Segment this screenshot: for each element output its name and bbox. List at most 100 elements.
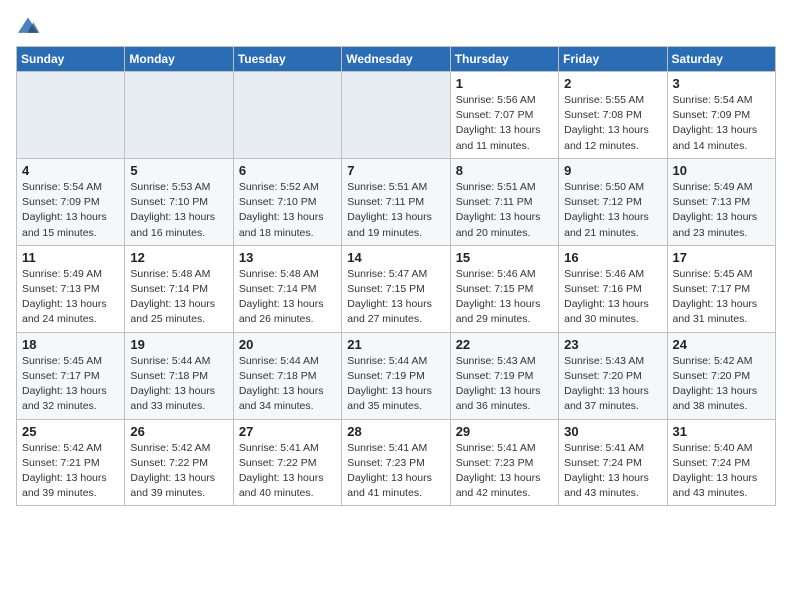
day-number: 24: [673, 337, 770, 352]
day-number: 5: [130, 163, 227, 178]
day-detail: Sunrise: 5:43 AMSunset: 7:20 PMDaylight:…: [564, 354, 661, 415]
weekday-header: Thursday: [450, 47, 558, 72]
calendar-cell: 8 Sunrise: 5:51 AMSunset: 7:11 PMDaylight…: [450, 158, 558, 245]
day-detail: Sunrise: 5:44 AMSunset: 7:18 PMDaylight:…: [130, 354, 227, 415]
calendar-week-row: 1 Sunrise: 5:56 AMSunset: 7:07 PMDaylight…: [17, 72, 776, 159]
calendar-cell: 28 Sunrise: 5:41 AMSunset: 7:23 PMDayligh…: [342, 419, 450, 506]
day-detail: Sunrise: 5:49 AMSunset: 7:13 PMDaylight:…: [22, 267, 119, 328]
calendar-week-row: 25Sunrise: 5:42 AMSunset: 7:21 PMDayligh…: [17, 419, 776, 506]
calendar-cell: [342, 72, 450, 159]
calendar-cell: 2 Sunrise: 5:55 AMSunset: 7:08 PMDaylight…: [559, 72, 667, 159]
day-detail: Sunrise: 5:44 AMSunset: 7:18 PMDaylight:…: [239, 354, 336, 415]
calendar-cell: [17, 72, 125, 159]
calendar-cell: 7Sunrise: 5:51 AMSunset: 7:11 PMDaylight…: [342, 158, 450, 245]
calendar-week-row: 4 Sunrise: 5:54 AMSunset: 7:09 PMDaylight…: [17, 158, 776, 245]
day-detail: Sunrise: 5:42 AMSunset: 7:20 PMDaylight:…: [673, 354, 770, 415]
calendar-cell: [125, 72, 233, 159]
day-number: 29: [456, 424, 553, 439]
day-detail: Sunrise: 5:54 AMSunset: 7:09 PMDaylight:…: [22, 180, 119, 241]
day-detail: Sunrise: 5:49 AMSunset: 7:13 PMDaylight:…: [673, 180, 770, 241]
calendar-cell: 20 Sunrise: 5:44 AMSunset: 7:18 PMDayligh…: [233, 332, 341, 419]
day-detail: Sunrise: 5:41 AMSunset: 7:23 PMDaylight:…: [456, 441, 553, 502]
calendar-cell: 18 Sunrise: 5:45 AMSunset: 7:17 PMDayligh…: [17, 332, 125, 419]
day-number: 22: [456, 337, 553, 352]
calendar-cell: 21 Sunrise: 5:44 AMSunset: 7:19 PMDayligh…: [342, 332, 450, 419]
day-detail: Sunrise: 5:41 AMSunset: 7:24 PMDaylight:…: [564, 441, 661, 502]
day-detail: Sunrise: 5:45 AMSunset: 7:17 PMDaylight:…: [22, 354, 119, 415]
day-detail: Sunrise: 5:51 AMSunset: 7:11 PMDaylight:…: [456, 180, 553, 241]
day-number: 14: [347, 250, 444, 265]
weekday-header: Saturday: [667, 47, 775, 72]
day-detail: Sunrise: 5:41 AMSunset: 7:23 PMDaylight:…: [347, 441, 444, 502]
day-number: 13: [239, 250, 336, 265]
day-number: 31: [673, 424, 770, 439]
day-detail: Sunrise: 5:55 AMSunset: 7:08 PMDaylight:…: [564, 93, 661, 154]
calendar-cell: 12Sunrise: 5:48 AMSunset: 7:14 PMDayligh…: [125, 245, 233, 332]
calendar-cell: 17Sunrise: 5:45 AMSunset: 7:17 PMDayligh…: [667, 245, 775, 332]
calendar-cell: 5 Sunrise: 5:53 AMSunset: 7:10 PMDaylight…: [125, 158, 233, 245]
day-detail: Sunrise: 5:40 AMSunset: 7:24 PMDaylight:…: [673, 441, 770, 502]
day-detail: Sunrise: 5:41 AMSunset: 7:22 PMDaylight:…: [239, 441, 336, 502]
day-number: 2: [564, 76, 661, 91]
day-detail: Sunrise: 5:48 AMSunset: 7:14 PMDaylight:…: [239, 267, 336, 328]
calendar-week-row: 11Sunrise: 5:49 AMSunset: 7:13 PMDayligh…: [17, 245, 776, 332]
day-detail: Sunrise: 5:42 AMSunset: 7:22 PMDaylight:…: [130, 441, 227, 502]
day-number: 3: [673, 76, 770, 91]
calendar-cell: 13 Sunrise: 5:48 AMSunset: 7:14 PMDayligh…: [233, 245, 341, 332]
day-detail: Sunrise: 5:46 AMSunset: 7:15 PMDaylight:…: [456, 267, 553, 328]
day-number: 9: [564, 163, 661, 178]
day-number: 1: [456, 76, 553, 91]
day-number: 21: [347, 337, 444, 352]
calendar-header-row: SundayMondayTuesdayWednesdayThursdayFrid…: [17, 47, 776, 72]
day-number: 28: [347, 424, 444, 439]
day-detail: Sunrise: 5:43 AMSunset: 7:19 PMDaylight:…: [456, 354, 553, 415]
day-number: 19: [130, 337, 227, 352]
weekday-header: Tuesday: [233, 47, 341, 72]
calendar-cell: 10 Sunrise: 5:49 AMSunset: 7:13 PMDayligh…: [667, 158, 775, 245]
day-number: 23: [564, 337, 661, 352]
day-number: 4: [22, 163, 119, 178]
calendar-table: SundayMondayTuesdayWednesdayThursdayFrid…: [16, 46, 776, 506]
day-number: 12: [130, 250, 227, 265]
day-number: 20: [239, 337, 336, 352]
day-number: 16: [564, 250, 661, 265]
calendar-cell: 15Sunrise: 5:46 AMSunset: 7:15 PMDayligh…: [450, 245, 558, 332]
weekday-header: Sunday: [17, 47, 125, 72]
calendar-cell: 27Sunrise: 5:41 AMSunset: 7:22 PMDayligh…: [233, 419, 341, 506]
day-detail: Sunrise: 5:50 AMSunset: 7:12 PMDaylight:…: [564, 180, 661, 241]
calendar-cell: 11Sunrise: 5:49 AMSunset: 7:13 PMDayligh…: [17, 245, 125, 332]
day-detail: Sunrise: 5:44 AMSunset: 7:19 PMDaylight:…: [347, 354, 444, 415]
day-number: 10: [673, 163, 770, 178]
day-number: 17: [673, 250, 770, 265]
calendar-cell: 25Sunrise: 5:42 AMSunset: 7:21 PMDayligh…: [17, 419, 125, 506]
calendar-cell: 22 Sunrise: 5:43 AMSunset: 7:19 PMDayligh…: [450, 332, 558, 419]
day-detail: Sunrise: 5:52 AMSunset: 7:10 PMDaylight:…: [239, 180, 336, 241]
calendar-cell: 30 Sunrise: 5:41 AMSunset: 7:24 PMDayligh…: [559, 419, 667, 506]
calendar-cell: 16 Sunrise: 5:46 AMSunset: 7:16 PMDayligh…: [559, 245, 667, 332]
calendar-cell: 24 Sunrise: 5:42 AMSunset: 7:20 PMDayligh…: [667, 332, 775, 419]
day-detail: Sunrise: 5:56 AMSunset: 7:07 PMDaylight:…: [456, 93, 553, 154]
day-number: 6: [239, 163, 336, 178]
day-number: 26: [130, 424, 227, 439]
day-detail: Sunrise: 5:47 AMSunset: 7:15 PMDaylight:…: [347, 267, 444, 328]
calendar-cell: 14 Sunrise: 5:47 AMSunset: 7:15 PMDayligh…: [342, 245, 450, 332]
logo-icon: [16, 16, 40, 36]
calendar-cell: 9 Sunrise: 5:50 AMSunset: 7:12 PMDaylight…: [559, 158, 667, 245]
day-detail: Sunrise: 5:53 AMSunset: 7:10 PMDaylight:…: [130, 180, 227, 241]
day-number: 8: [456, 163, 553, 178]
calendar-cell: 29 Sunrise: 5:41 AMSunset: 7:23 PMDayligh…: [450, 419, 558, 506]
day-number: 18: [22, 337, 119, 352]
calendar-cell: 4 Sunrise: 5:54 AMSunset: 7:09 PMDaylight…: [17, 158, 125, 245]
calendar-cell: 6 Sunrise: 5:52 AMSunset: 7:10 PMDaylight…: [233, 158, 341, 245]
calendar-cell: 26 Sunrise: 5:42 AMSunset: 7:22 PMDayligh…: [125, 419, 233, 506]
day-number: 25: [22, 424, 119, 439]
logo: [16, 16, 44, 36]
day-number: 7: [347, 163, 444, 178]
calendar-cell: 19 Sunrise: 5:44 AMSunset: 7:18 PMDayligh…: [125, 332, 233, 419]
weekday-header: Monday: [125, 47, 233, 72]
day-number: 30: [564, 424, 661, 439]
calendar-cell: 3Sunrise: 5:54 AMSunset: 7:09 PMDaylight…: [667, 72, 775, 159]
day-detail: Sunrise: 5:46 AMSunset: 7:16 PMDaylight:…: [564, 267, 661, 328]
calendar-cell: 23 Sunrise: 5:43 AMSunset: 7:20 PMDayligh…: [559, 332, 667, 419]
calendar-week-row: 18 Sunrise: 5:45 AMSunset: 7:17 PMDayligh…: [17, 332, 776, 419]
